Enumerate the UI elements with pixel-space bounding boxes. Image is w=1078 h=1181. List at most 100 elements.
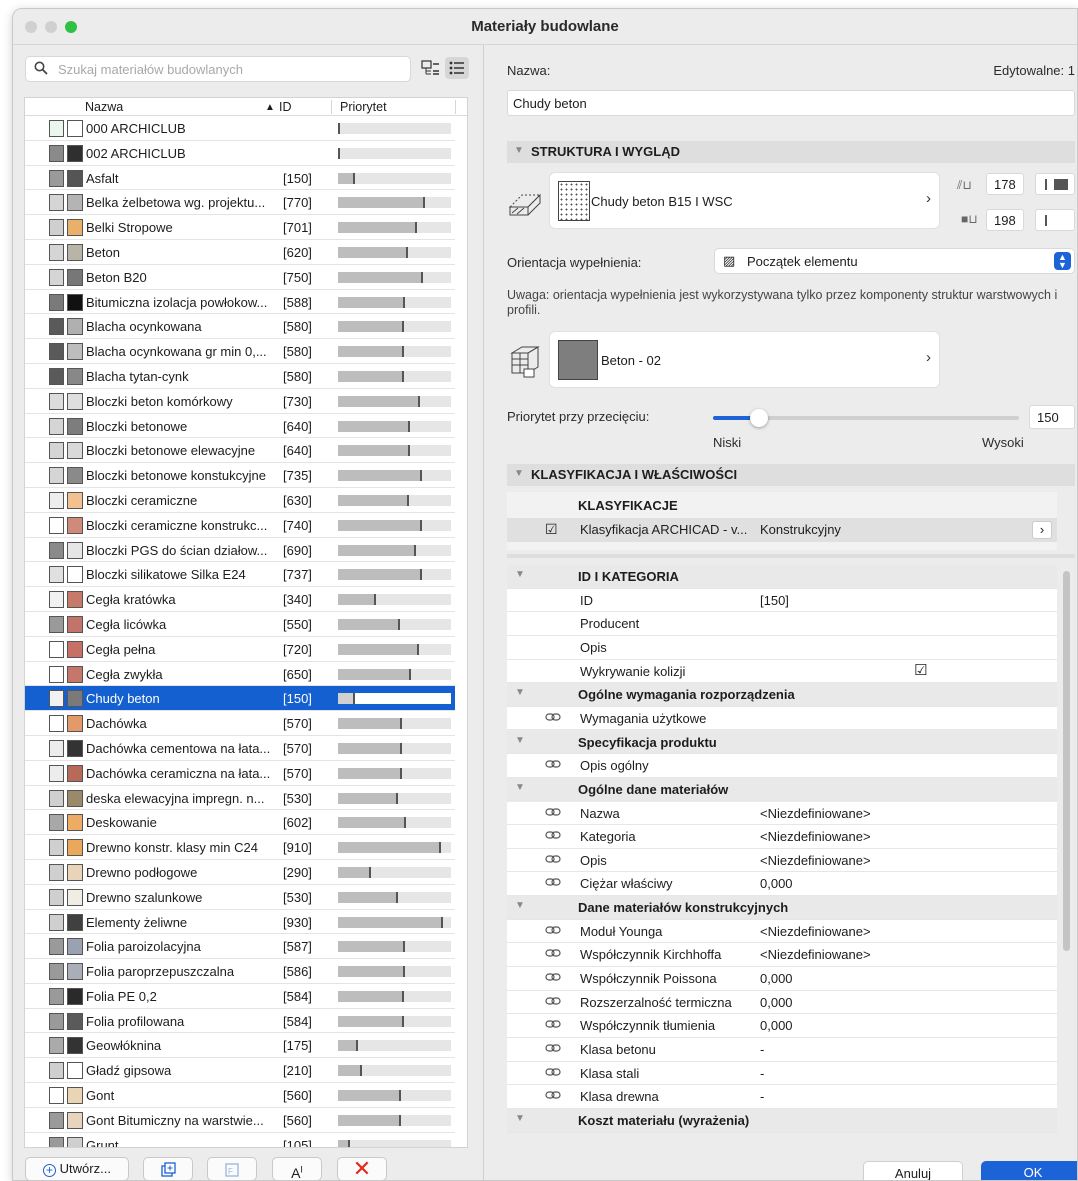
- property-value[interactable]: 0,000: [760, 876, 793, 891]
- property-row[interactable]: Moduł Younga <Niezdefiniowane>: [507, 919, 1057, 944]
- list-view-button[interactable]: [445, 57, 469, 79]
- table-row[interactable]: Bitumiczna izolacja powłokow... [588]: [25, 290, 455, 315]
- table-row[interactable]: Blacha ocynkowana gr min 0,... [580]: [25, 339, 455, 364]
- table-row[interactable]: Cegła zwykła [650]: [25, 662, 455, 687]
- priority-slider[interactable]: [713, 409, 1019, 427]
- table-row[interactable]: Gładź gipsowa [210]: [25, 1058, 455, 1084]
- property-row[interactable]: Opis <Niezdefiniowane>: [507, 848, 1057, 873]
- table-row[interactable]: Cegła pełna [720]: [25, 637, 455, 662]
- property-row[interactable]: Nazwa <Niezdefiniowane>: [507, 801, 1057, 826]
- table-row[interactable]: Gont [560]: [25, 1083, 455, 1108]
- table-row[interactable]: Belki Stropowe [701]: [25, 215, 455, 240]
- property-group-row[interactable]: ▼ Dane materiałów konstrukcyjnych: [507, 896, 1057, 920]
- table-row[interactable]: Geowłóknina [175]: [25, 1033, 455, 1059]
- property-value[interactable]: -: [760, 1042, 764, 1057]
- foreground-pen-color[interactable]: [1035, 173, 1075, 195]
- section-structure-appearance[interactable]: ▼ STRUKTURA I WYGLĄD: [507, 141, 1075, 163]
- search-input[interactable]: [56, 60, 396, 78]
- table-row[interactable]: Drewno konstr. klasy min C24 [910]: [25, 835, 455, 860]
- delete-button[interactable]: ✕: [337, 1157, 387, 1180]
- tree-view-button[interactable]: [419, 57, 443, 79]
- ok-button[interactable]: OK: [981, 1161, 1077, 1180]
- property-row[interactable]: Współczynnik tłumienia 0,000: [507, 1014, 1057, 1038]
- duplicate-button[interactable]: [143, 1157, 193, 1180]
- property-row[interactable]: Współczynnik Poissona 0,000: [507, 967, 1057, 991]
- property-value[interactable]: -: [760, 1089, 764, 1104]
- collapse-triangle-icon[interactable]: ▼: [515, 569, 525, 580]
- surface-selector[interactable]: Beton - 02 ›: [550, 332, 939, 387]
- property-row[interactable]: Klasa drewna -: [507, 1085, 1057, 1109]
- property-value[interactable]: 0,000: [760, 1018, 793, 1033]
- property-value[interactable]: <Niezdefiniowane>: [760, 829, 871, 844]
- table-row[interactable]: 002 ARCHICLUB: [25, 141, 455, 166]
- collapse-triangle-icon[interactable]: ▼: [515, 735, 525, 746]
- table-row[interactable]: Dachówka ceramiczna na łata... [570]: [25, 761, 455, 786]
- priority-value-field[interactable]: 150: [1029, 405, 1075, 429]
- column-header-name[interactable]: Nazwa: [85, 100, 123, 114]
- property-row[interactable]: Opis ogólny: [507, 754, 1057, 778]
- table-row[interactable]: Folia paroprzepuszczalna [586]: [25, 959, 455, 984]
- table-row[interactable]: Bloczki silikatowe Silka E24 [737]: [25, 562, 455, 588]
- rename-button[interactable]: AI: [272, 1157, 322, 1180]
- table-row[interactable]: Belka żelbetowa wg. projektu... [770]: [25, 190, 455, 216]
- cancel-button[interactable]: Anuluj: [863, 1161, 963, 1180]
- property-value[interactable]: 0,000: [760, 971, 793, 986]
- property-group-row[interactable]: ▼ Koszt materiału (wyrażenia): [507, 1108, 1057, 1133]
- table-row[interactable]: Bloczki ceramiczne konstrukc... [740]: [25, 513, 455, 538]
- foreground-pen-field[interactable]: 178: [986, 173, 1024, 195]
- table-row[interactable]: Beton B20 [750]: [25, 265, 455, 290]
- table-row[interactable]: Bloczki betonowe [640]: [25, 414, 455, 439]
- property-row[interactable]: Rozszerzalność termiczna 0,000: [507, 990, 1057, 1015]
- property-value[interactable]: [150]: [760, 593, 789, 608]
- collapse-triangle-icon[interactable]: ▼: [515, 782, 525, 793]
- collision-detection-checkbox[interactable]: ☑: [914, 661, 927, 679]
- table-row[interactable]: Blacha tytan-cynk [580]: [25, 364, 455, 389]
- property-group-row[interactable]: ▼ Ogólne dane materiałów: [507, 777, 1057, 802]
- property-group-row[interactable]: ▼ Specyfikacja produktu: [507, 730, 1057, 755]
- property-value[interactable]: <Niezdefiniowane>: [760, 806, 871, 821]
- property-row[interactable]: Producent: [507, 612, 1057, 636]
- table-row[interactable]: Dachówka [570]: [25, 711, 455, 736]
- table-row[interactable]: Chudy beton [150]: [25, 686, 455, 712]
- orientation-dropdown[interactable]: ▨ Początek elementu ▲ ▼: [714, 248, 1075, 274]
- table-row[interactable]: Bloczki betonowe elewacyjne [640]: [25, 438, 455, 464]
- property-row[interactable]: ID [150]: [507, 588, 1057, 613]
- import-button[interactable]: F: [207, 1157, 257, 1180]
- column-header-id[interactable]: ID: [279, 100, 292, 114]
- table-row[interactable]: 000 ARCHICLUB: [25, 116, 455, 141]
- table-row[interactable]: Folia profilowana [584]: [25, 1009, 455, 1034]
- table-row[interactable]: Bloczki beton komórkowy [730]: [25, 389, 455, 414]
- table-row[interactable]: Cegła licówka [550]: [25, 612, 455, 637]
- property-value[interactable]: <Niezdefiniowane>: [760, 853, 871, 868]
- property-row[interactable]: Ciężar właściwy 0,000: [507, 872, 1057, 897]
- panel-divider[interactable]: [483, 45, 484, 1180]
- table-row[interactable]: Folia PE 0,2 [584]: [25, 984, 455, 1009]
- column-header-priority[interactable]: Priorytet: [340, 100, 387, 114]
- property-row[interactable]: Klasa betonu -: [507, 1038, 1057, 1062]
- collapse-triangle-icon[interactable]: ▼: [515, 1113, 525, 1124]
- properties-scrollbar[interactable]: [1063, 571, 1070, 951]
- property-value[interactable]: -: [760, 1066, 764, 1081]
- material-name-field[interactable]: Chudy beton: [507, 90, 1075, 116]
- classification-row[interactable]: ☑ Klasyfikacja ARCHICAD - v... Konstrukc…: [507, 518, 1057, 542]
- table-row[interactable]: Gont Bitumiczny na warstwie... [560]: [25, 1108, 455, 1133]
- collapse-triangle-icon[interactable]: ▼: [515, 900, 525, 911]
- property-group-row[interactable]: ▼ ID I KATEGORIA: [507, 565, 1057, 589]
- property-row[interactable]: Opis: [507, 635, 1057, 660]
- cut-fill-selector[interactable]: Chudy beton B15 I WSC ›: [550, 173, 939, 228]
- background-pen-field[interactable]: 198: [986, 209, 1024, 231]
- property-row[interactable]: Wymagania użytkowe: [507, 706, 1057, 731]
- table-row[interactable]: deska elewacyjna impregn. n... [530]: [25, 786, 455, 811]
- property-row[interactable]: Wykrywanie kolizji ☑: [507, 659, 1057, 684]
- property-row[interactable]: Współczynnik Kirchhoffa <Niezdefiniowane>: [507, 943, 1057, 967]
- background-pen-color[interactable]: [1035, 209, 1075, 231]
- table-row[interactable]: Asfalt [150]: [25, 166, 455, 191]
- table-row[interactable]: Drewno szalunkowe [530]: [25, 885, 455, 910]
- table-row[interactable]: Cegła kratówka [340]: [25, 587, 455, 612]
- splitter[interactable]: [507, 554, 1075, 558]
- collapse-triangle-icon[interactable]: ▼: [515, 687, 525, 698]
- table-row[interactable]: Drewno podłogowe [290]: [25, 860, 455, 885]
- table-row[interactable]: Grunt [105]: [25, 1133, 455, 1147]
- table-row[interactable]: Elementy żeliwne [930]: [25, 910, 455, 935]
- table-row[interactable]: Folia paroizolacyjna [587]: [25, 934, 455, 960]
